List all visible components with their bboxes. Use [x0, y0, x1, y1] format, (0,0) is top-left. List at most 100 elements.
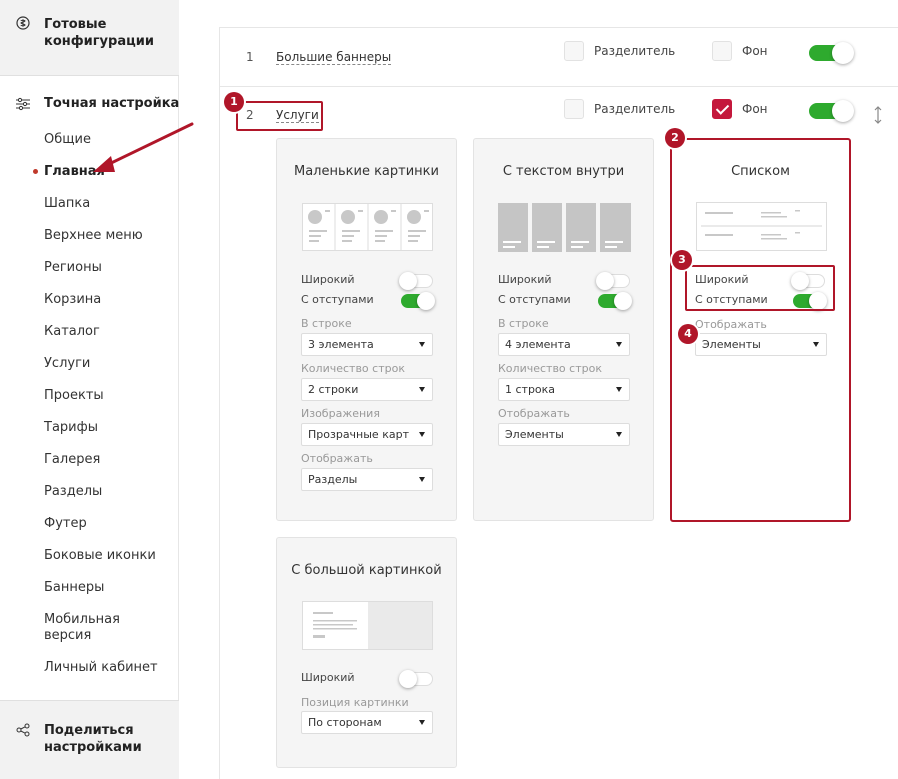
divider-checkbox[interactable]	[564, 99, 584, 119]
select-value: Элементы	[505, 428, 564, 441]
ready-configurations-link[interactable]: Готовые конфигурации	[0, 0, 179, 76]
chevron-down-icon	[419, 387, 425, 392]
card-title: С текстом внутри	[502, 164, 625, 179]
fine-tuning-label: Точная настройка	[44, 96, 180, 111]
select-value: 4 элемента	[505, 338, 571, 351]
select-value: 1 строка	[505, 383, 556, 396]
wide-label: Широкий	[498, 273, 552, 286]
background-label: Фон	[742, 102, 768, 116]
sidebar: Готовые конфигурации Точная настройка Об…	[0, 0, 179, 779]
card-title: Маленькие картинки	[294, 164, 439, 179]
display-select[interactable]: Элементы	[695, 333, 827, 356]
row-divider	[219, 86, 898, 87]
annotation-arrow	[93, 122, 194, 172]
chevron-down-icon	[616, 432, 622, 437]
configurations-icon	[16, 16, 30, 30]
highlight-box-3	[685, 265, 835, 311]
select-value: Элементы	[702, 338, 761, 351]
select-value: 2 строки	[308, 383, 359, 396]
highlight-box-1	[236, 101, 323, 131]
images-label: Изображения	[301, 407, 380, 420]
ready-configurations-label: Готовые конфигурации	[44, 17, 154, 49]
annotation-badge-2: 2	[665, 128, 685, 148]
layout-preview	[498, 203, 631, 252]
display-label: Отображать	[301, 452, 373, 465]
sidebar-item-catalog[interactable]: Каталог	[44, 324, 100, 340]
indent-label: С отступами	[301, 293, 374, 306]
toggle-knob	[399, 272, 417, 290]
sidebar-item-sections[interactable]: Разделы	[44, 484, 102, 500]
sidebar-item-top-menu[interactable]: Верхнее меню	[44, 228, 143, 244]
sidebar-item-account[interactable]: Личный кабинет	[44, 660, 158, 676]
background-checkbox[interactable]	[712, 41, 732, 61]
rows-count-select[interactable]: 1 строка	[498, 378, 630, 401]
select-value: 3 элемента	[308, 338, 374, 351]
sidebar-item-gallery[interactable]: Галерея	[44, 452, 100, 468]
chevron-down-icon	[616, 342, 622, 347]
select-value: По сторонам	[308, 716, 382, 729]
chevron-down-icon	[419, 342, 425, 347]
sidebar-item-mobile[interactable]: Мобильная версия	[44, 612, 144, 644]
per-row-label: В строке	[301, 317, 352, 330]
chevron-down-icon	[616, 387, 622, 392]
sidebar-item-services[interactable]: Услуги	[44, 356, 90, 372]
background-label: Фон	[742, 44, 768, 58]
sidebar-item-banners[interactable]: Баннеры	[44, 580, 104, 596]
row-enable-toggle[interactable]	[809, 42, 854, 64]
display-select[interactable]: Разделы	[301, 468, 433, 491]
row-number: 1	[246, 50, 254, 64]
wide-toggle[interactable]	[399, 670, 433, 688]
annotation-badge-3: 3	[672, 250, 692, 270]
divider-label: Разделитель	[594, 44, 676, 58]
wide-toggle[interactable]	[399, 272, 433, 290]
select-value: Прозрачные картинки	[308, 428, 410, 441]
image-position-select[interactable]: По сторонам	[301, 711, 433, 734]
row-name-banners[interactable]: Большие баннеры	[276, 50, 392, 65]
toggle-knob	[832, 42, 854, 64]
annotation-badge-4: 4	[678, 324, 698, 344]
wide-toggle[interactable]	[596, 272, 630, 290]
toggle-knob	[417, 292, 435, 310]
drag-handle-icon[interactable]	[873, 105, 883, 125]
layout-card-big-image[interactable]: С большой картинкой Широкий Позиция карт…	[276, 537, 457, 768]
indent-toggle[interactable]	[401, 292, 435, 310]
sidebar-item-regions[interactable]: Регионы	[44, 260, 102, 276]
rows-count-label: Количество строк	[301, 362, 405, 375]
sidebar-item-general[interactable]: Общие	[44, 132, 91, 148]
images-select[interactable]: Прозрачные картинки	[301, 423, 433, 446]
layout-card-small-images[interactable]: Маленькие картинки Широкий С отступами В…	[276, 138, 457, 521]
background-checkbox[interactable]	[712, 99, 732, 119]
display-select[interactable]: Элементы	[498, 423, 630, 446]
wide-label: Широкий	[301, 273, 355, 286]
per-row-label: В строке	[498, 317, 549, 330]
layout-preview	[696, 202, 827, 251]
share-settings-link[interactable]: Поделиться настройками	[0, 700, 179, 779]
sidebar-item-tariffs[interactable]: Тарифы	[44, 420, 98, 436]
sidebar-item-header[interactable]: Шапка	[44, 196, 90, 212]
divider-label: Разделитель	[594, 102, 676, 116]
sidebar-item-side-icons[interactable]: Боковые иконки	[44, 548, 156, 564]
sidebar-item-cart[interactable]: Корзина	[44, 292, 101, 308]
sidebar-item-projects[interactable]: Проекты	[44, 388, 104, 404]
per-row-select[interactable]: 3 элемента	[301, 333, 433, 356]
divider-checkbox[interactable]	[564, 41, 584, 61]
rows-count-label: Количество строк	[498, 362, 602, 375]
sliders-icon	[16, 97, 30, 111]
share-settings-label: Поделиться настройками	[44, 723, 142, 755]
card-title: С большой картинкой	[291, 563, 442, 578]
toggle-knob	[614, 292, 632, 310]
layout-card-text-inside[interactable]: С текстом внутри Широкий С отступами В с…	[473, 138, 654, 521]
chevron-down-icon	[419, 720, 425, 725]
toggle-knob	[399, 670, 417, 688]
indent-toggle[interactable]	[598, 292, 632, 310]
row-enable-toggle[interactable]	[809, 100, 854, 122]
display-label: Отображать	[498, 407, 570, 420]
sidebar-item-footer[interactable]: Футер	[44, 516, 87, 532]
layout-preview	[302, 203, 433, 251]
chevron-down-icon	[419, 477, 425, 482]
share-icon	[16, 723, 30, 737]
per-row-select[interactable]: 4 элемента	[498, 333, 630, 356]
select-value: Разделы	[308, 473, 358, 486]
display-label: Отображать	[695, 318, 767, 331]
rows-count-select[interactable]: 2 строки	[301, 378, 433, 401]
